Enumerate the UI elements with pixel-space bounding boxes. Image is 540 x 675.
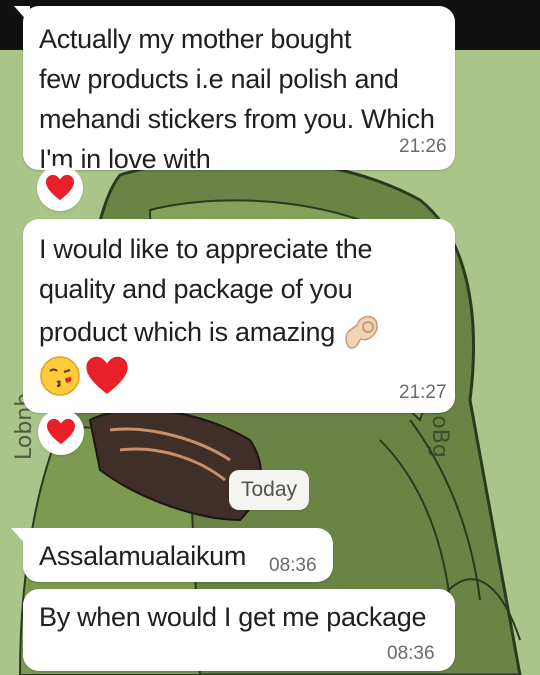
message-text-line: I would like to appreciate the: [39, 234, 373, 264]
heart-icon: [47, 418, 75, 445]
heart-icon: [86, 356, 128, 394]
message-time: 21:27: [399, 382, 447, 403]
message-time: 21:26: [399, 136, 447, 157]
message-bubble[interactable]: I would like to appreciate the quality a…: [23, 219, 455, 413]
reaction-badge[interactable]: [38, 409, 84, 455]
message-text: By when would I get me package: [39, 602, 427, 632]
message-text-line: product which is amazing: [39, 317, 335, 347]
bubble-tail: [14, 6, 30, 24]
reaction-badge[interactable]: [37, 165, 83, 211]
kiss-face-icon: [40, 356, 80, 396]
message-line-with-emoji: product which is amazing: [39, 312, 385, 352]
heart-icon: [46, 174, 74, 201]
message-text: Actually my mother bought few products i…: [39, 24, 435, 174]
message-bubble[interactable]: Assalamualaikum 08:36: [11, 528, 333, 582]
message-time: 08:36: [269, 555, 317, 576]
date-separator: Today: [229, 470, 309, 510]
message-text: Assalamualaikum: [39, 541, 247, 571]
bubble-tail: [11, 528, 27, 546]
message-bubble[interactable]: Actually my mother bought few products i…: [14, 6, 455, 174]
message-bubble[interactable]: By when would I get me package 08:36: [23, 589, 455, 671]
emoji-row: [39, 355, 129, 397]
ok-hand-icon: [345, 315, 378, 349]
message-text-line: quality and package of you: [39, 274, 353, 304]
message-time: 08:36: [387, 643, 435, 664]
